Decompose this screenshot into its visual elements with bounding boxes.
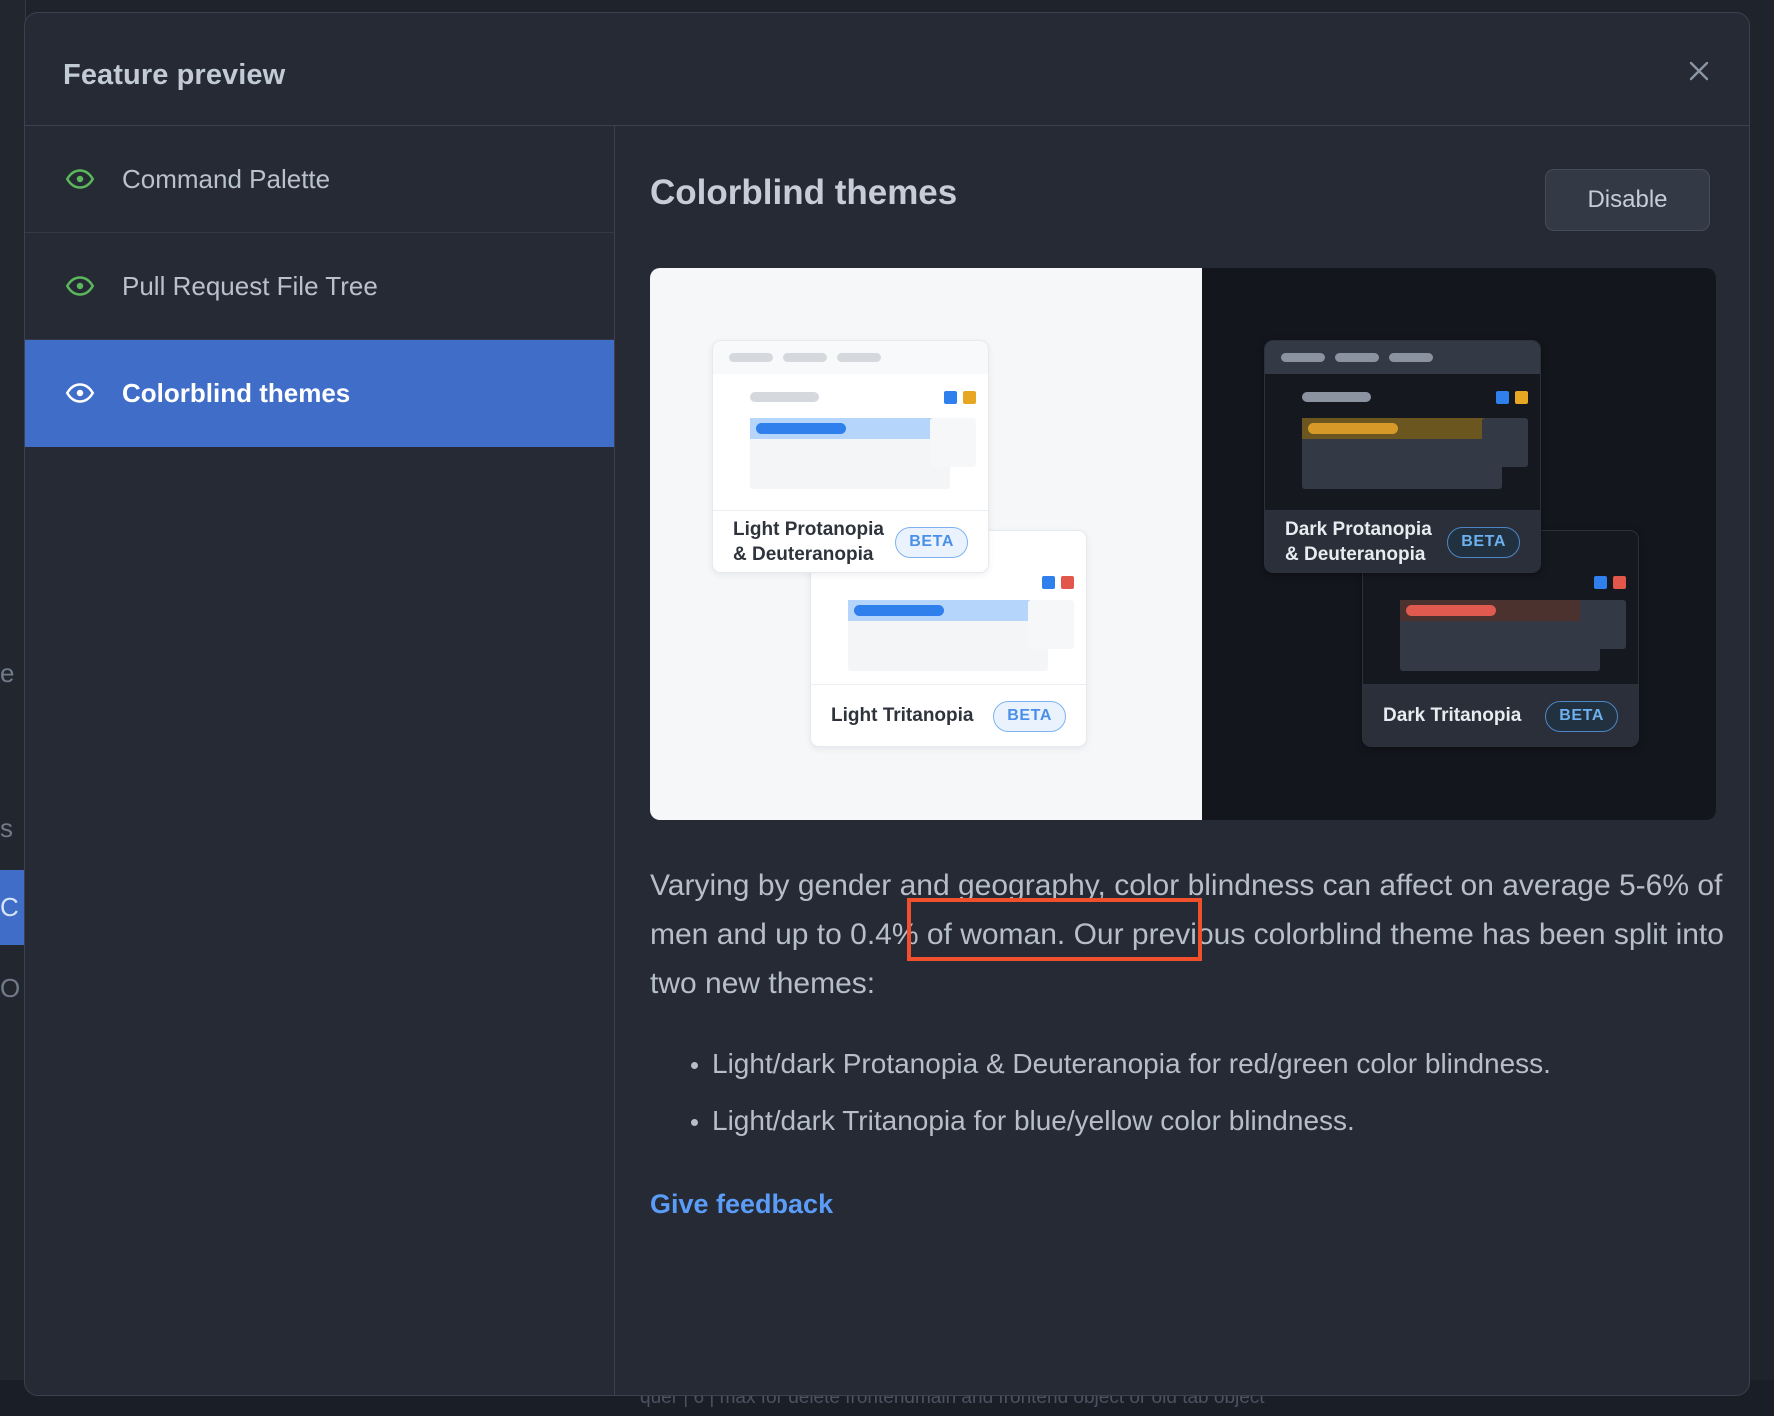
give-feedback-link[interactable]: Give feedback (650, 1189, 833, 1220)
canvas-content-block (1302, 418, 1502, 489)
eye-icon (65, 164, 95, 194)
card-title: Dark Tritanopia (1383, 704, 1522, 726)
backdrop-rail-row: s (0, 815, 13, 841)
card-canvas (713, 374, 988, 510)
card-canvas (1265, 374, 1540, 510)
sidebar-item-command-palette[interactable]: Command Palette (25, 126, 614, 233)
accent-square-secondary (963, 391, 976, 404)
backdrop-rail-row: O (0, 975, 21, 1001)
titlebar-pill (729, 353, 773, 362)
accent-square-primary (1496, 391, 1509, 404)
sidebar-item-label: Command Palette (122, 163, 331, 194)
canvas-side-block (1028, 600, 1074, 649)
theme-card-dark-protanopia[interactable]: Dark Protanopia & Deuteranopia BETA (1264, 340, 1541, 573)
beta-badge: BETA (895, 527, 968, 558)
canvas-heading-pill (1302, 392, 1371, 402)
accent-square-secondary (1061, 576, 1074, 589)
dialog-body: Command Palette Pull Request File Tree C… (25, 126, 1749, 1395)
preview-light-half: Light Protanopia & Deuteranopia BETA Lig… (650, 268, 1202, 820)
sidebar-item-label: Pull Request File Tree (122, 270, 378, 301)
dialog-header: Feature preview (25, 13, 1749, 126)
sidebar-item-pull-request-file-tree[interactable]: Pull Request File Tree (25, 233, 614, 340)
feature-list-sidebar: Command Palette Pull Request File Tree C… (25, 126, 615, 1395)
close-icon[interactable] (1677, 49, 1721, 93)
canvas-content-block (1400, 600, 1600, 671)
list-item: Light/dark Protanopia & Deuteranopia for… (712, 1046, 1740, 1082)
canvas-content-block (750, 418, 950, 489)
backdrop-rail-row: e (0, 660, 15, 686)
beta-badge: BETA (993, 700, 1066, 732)
card-title: Light Protanopia & Deuteranopia (733, 519, 884, 565)
titlebar-pill (783, 353, 827, 362)
canvas-side-block (1482, 418, 1528, 467)
canvas-side-block (930, 418, 976, 467)
titlebar-pill (1389, 353, 1433, 362)
accent-square-primary (1042, 576, 1055, 589)
eye-icon (65, 271, 95, 301)
accent-square-primary (1594, 576, 1607, 589)
sidebar-item-colorblind-themes[interactable]: Colorblind themes (25, 340, 614, 447)
eye-icon (65, 378, 95, 408)
feature-preview-dialog: Feature preview Command Palette Pull Req… (24, 12, 1750, 1396)
titlebar-pill (837, 353, 881, 362)
titlebar-pill (1281, 353, 1325, 362)
canvas-content-block (848, 600, 1048, 671)
backdrop-rail-row-selected: C (0, 870, 26, 945)
backdrop-nav-rail: e s C O (0, 0, 26, 1416)
canvas-side-block (1580, 600, 1626, 649)
feature-description: Varying by gender and geography, color b… (650, 861, 1740, 1220)
accent-square-secondary (1515, 391, 1528, 404)
card-footer: Dark Protanopia & Deuteranopia BETA (1265, 510, 1540, 572)
theme-preview-graphic: Light Protanopia & Deuteranopia BETA Lig… (650, 268, 1716, 820)
feature-detail-panel: Colorblind themes Disable Light Protanop… (615, 126, 1749, 1395)
accent-square-primary (944, 391, 957, 404)
card-titlebar (713, 341, 988, 374)
description-bullet-list: Light/dark Protanopia & Deuteranopia for… (650, 1046, 1740, 1139)
canvas-accent-bar (854, 605, 944, 616)
disable-button[interactable]: Disable (1545, 169, 1710, 231)
beta-badge: BETA (1447, 527, 1520, 558)
dialog-title: Feature preview (63, 59, 286, 91)
card-footer: Light Protanopia & Deuteranopia BETA (713, 510, 988, 572)
titlebar-pill (1335, 353, 1379, 362)
card-footer: Dark Tritanopia BETA (1363, 684, 1638, 746)
theme-card-light-protanopia[interactable]: Light Protanopia & Deuteranopia BETA (712, 340, 989, 573)
beta-badge: BETA (1545, 700, 1618, 732)
accent-square-secondary (1613, 576, 1626, 589)
page-title: Colorblind themes (650, 173, 958, 212)
sidebar-item-label: Colorblind themes (122, 377, 351, 408)
canvas-heading-pill (750, 392, 819, 402)
preview-dark-half: Dark Protanopia & Deuteranopia BETA Dark… (1202, 268, 1716, 820)
card-titlebar (1265, 341, 1540, 374)
card-title: Dark Protanopia & Deuteranopia (1285, 519, 1432, 565)
description-paragraph: Varying by gender and geography, color b… (650, 869, 1724, 1000)
canvas-accent-bar (1308, 423, 1398, 434)
list-item: Light/dark Tritanopia for blue/yellow co… (712, 1103, 1740, 1139)
canvas-accent-bar (1406, 605, 1496, 616)
card-footer: Light Tritanopia BETA (811, 684, 1086, 746)
canvas-accent-bar (756, 423, 846, 434)
card-title: Light Tritanopia (831, 704, 974, 726)
